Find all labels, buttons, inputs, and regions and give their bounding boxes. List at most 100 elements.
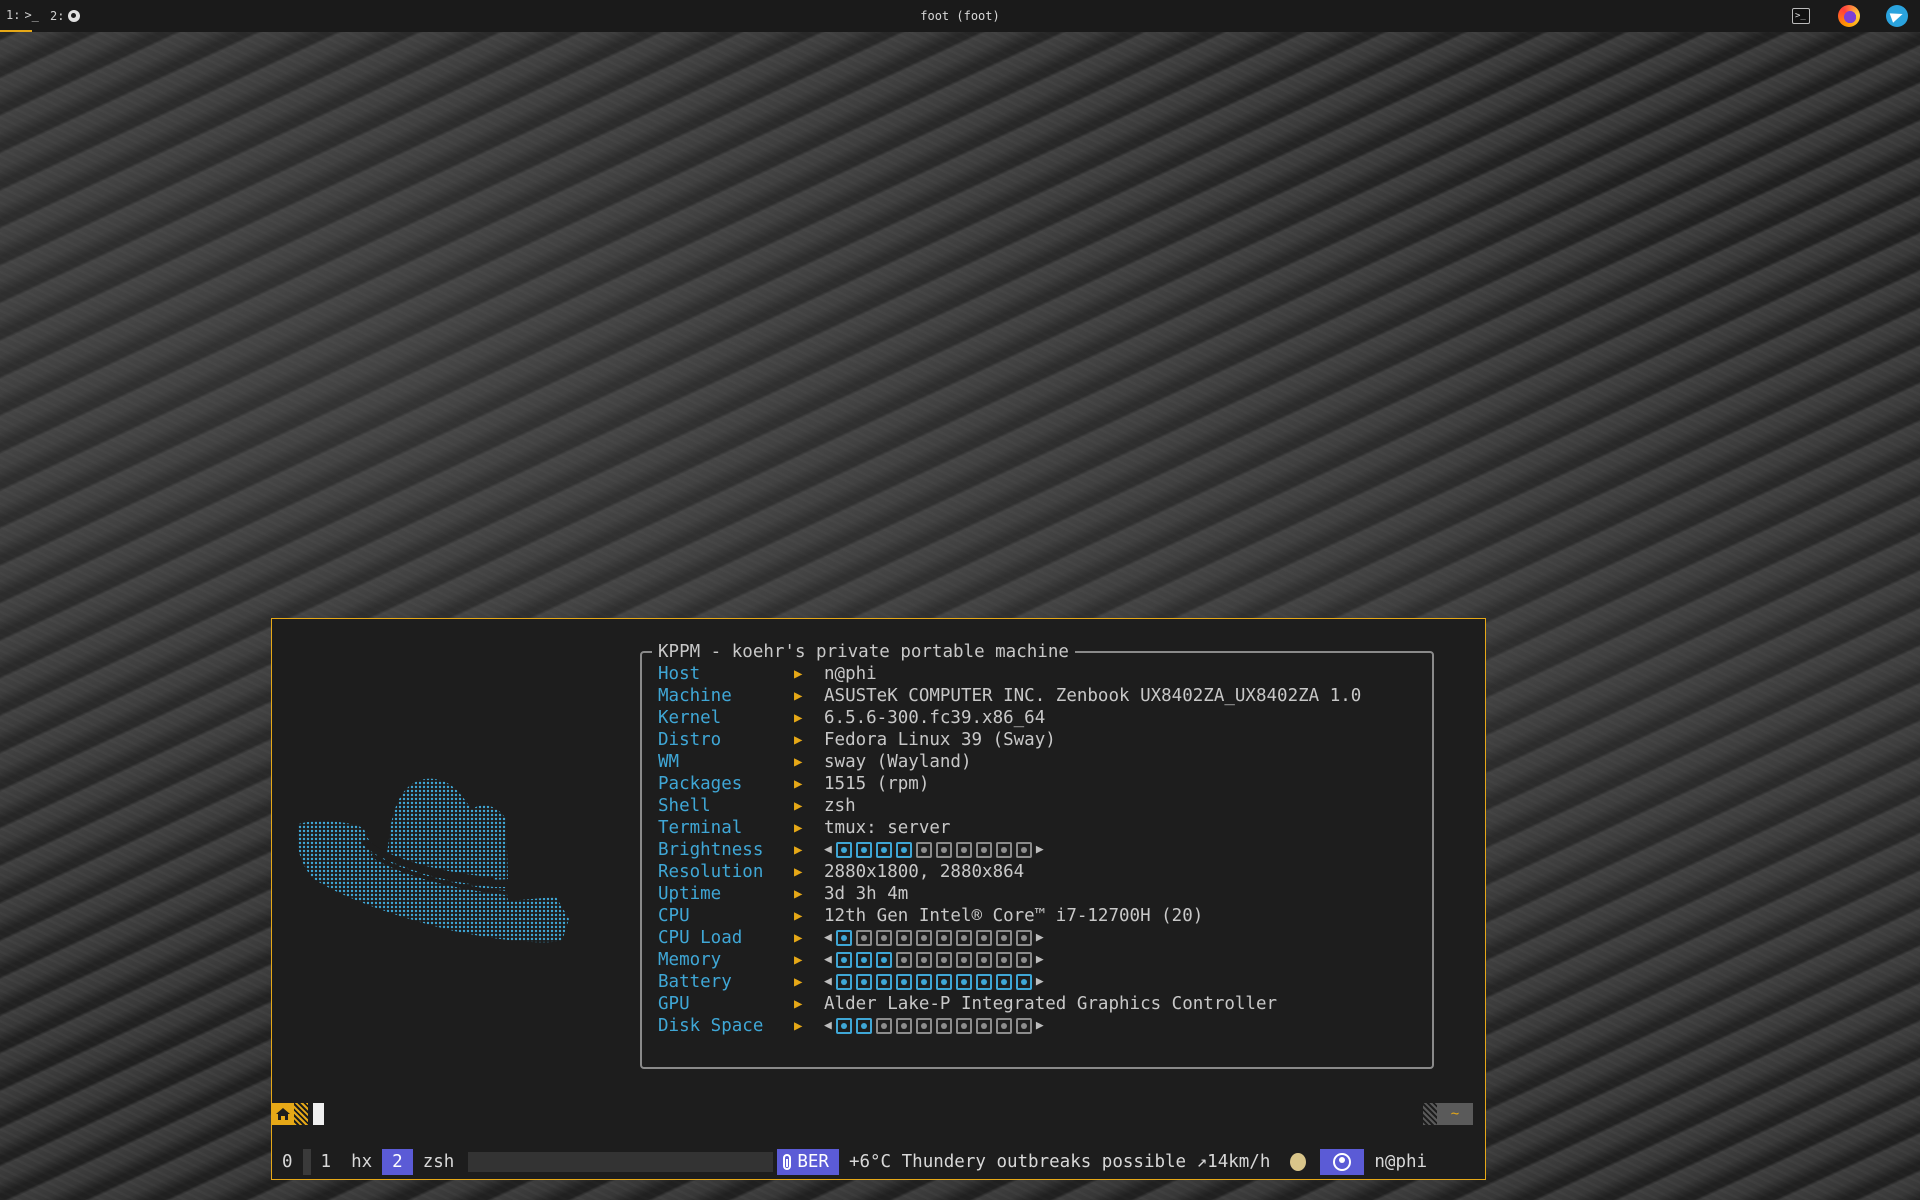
gauge-cell: [895, 930, 912, 946]
gauge-right-icon: ▶: [1035, 842, 1044, 857]
fetch-title: KPPM - koehr's private portable machine: [652, 641, 1075, 663]
tmux-window-2-name[interactable]: zsh: [413, 1149, 465, 1175]
gauge-cell: [955, 1018, 972, 1034]
gauge-cell: [835, 842, 852, 858]
fetch-row: Shell ▶ zsh: [658, 795, 1418, 817]
home-icon: [272, 1103, 294, 1125]
gauge-bar: ◀ ▶: [824, 839, 1044, 861]
gauge-bar: ◀ ▶: [824, 927, 1044, 949]
prompt-separator: [294, 1103, 308, 1125]
user-badge: [1320, 1149, 1365, 1175]
gauge-right-icon: ▶: [1035, 952, 1044, 967]
gauge-cell: [955, 930, 972, 946]
gauge-cell: [995, 842, 1012, 858]
gauge-left-icon: ◀: [824, 842, 832, 857]
gauge-cell: [855, 974, 872, 990]
fetch-value: ASUSTeK COMPUTER INC. Zenbook UX8402ZA_U…: [824, 686, 1362, 706]
telegram-icon[interactable]: [1886, 5, 1908, 27]
arrow-right-icon: ▶: [794, 886, 803, 902]
arrow-right-icon: ▶: [794, 974, 803, 990]
arrow-right-icon: ▶: [794, 710, 803, 726]
gauge-cell: [875, 842, 892, 858]
gauge-cell: [975, 974, 992, 990]
gauge-cell: [1015, 952, 1032, 968]
system-tray: >_: [1790, 0, 1908, 32]
gauge-left-icon: ◀: [824, 952, 832, 967]
fetch-key: Uptime: [658, 884, 722, 904]
gauge-cell: [975, 930, 992, 946]
firefox-icon[interactable]: [1838, 5, 1860, 27]
tmux-window-0[interactable]: 0: [272, 1149, 303, 1175]
fetch-key: Kernel: [658, 708, 722, 728]
arrow-right-icon: ▶: [794, 732, 803, 748]
gauge-cell: [835, 1018, 852, 1034]
fetch-value: 12th Gen Intel® Core™ i7-12700H (20): [824, 906, 1204, 926]
fetch-row: Uptime ▶ 3d 3h 4m: [658, 883, 1418, 905]
fetch-value: 6.5.6-300.fc39.x86_64: [824, 708, 1046, 728]
fetch-row: Disk Space ▶ ◀ ▶: [658, 1015, 1418, 1037]
cwd-label: ~: [1437, 1103, 1473, 1125]
terminal-window[interactable]: KPPM - koehr's private portable machine …: [271, 618, 1486, 1180]
arrow-right-icon: ▶: [794, 908, 803, 924]
status-filler: [468, 1152, 774, 1172]
gauge-cell: [875, 952, 892, 968]
gauge-bar: ◀ ▶: [824, 1015, 1044, 1037]
gauge-cell: [935, 952, 952, 968]
gauge-cell: [855, 952, 872, 968]
fetch-row: CPU ▶ 12th Gen Intel® Core™ i7-12700H (20): [658, 905, 1418, 927]
gauge-cell: [835, 974, 852, 990]
fetch-key: Brightness: [658, 840, 764, 860]
fetch-key: Machine: [658, 686, 732, 706]
gauge-cell: [975, 842, 992, 858]
fetch-row: Machine ▶ ASUSTeK COMPUTER INC. Zenbook UX…: [658, 685, 1418, 707]
terminal-tray-icon[interactable]: >_: [1790, 5, 1812, 27]
fetch-value: Fedora Linux 39 (Sway): [824, 730, 1056, 750]
fetch-row: CPU Load ▶ ◀ ▶: [658, 927, 1418, 949]
arrow-right-icon: ▶: [794, 798, 803, 814]
gauge-bar: ◀ ▶: [824, 949, 1044, 971]
gauge-right-icon: ▶: [1035, 930, 1044, 945]
fetch-value: 2880x1800, 2880x864: [824, 862, 1025, 882]
gauge-cell: [895, 842, 912, 858]
gauge-cell: [895, 1018, 912, 1034]
fetch-row: WM ▶ sway (Wayland): [658, 751, 1418, 773]
gauge-cell: [875, 930, 892, 946]
right-prompt: ~: [1423, 1103, 1473, 1125]
gauge-bar: ◀ ▶: [824, 971, 1044, 993]
fetch-rows: Host ▶ n@phi Machine ▶ ASUSTeK COMPUTER INC. …: [658, 663, 1418, 1037]
user-icon: [1333, 1153, 1352, 1171]
tmux-window-1-name[interactable]: hx: [341, 1149, 382, 1175]
gauge-cell: [995, 952, 1012, 968]
gauge-cell: [915, 842, 932, 858]
arrow-right-icon: ▶: [794, 996, 803, 1012]
arrow-right-icon: ▶: [794, 754, 803, 770]
gauge-cell: [955, 842, 972, 858]
tmux-window-1-index[interactable]: 1: [311, 1149, 342, 1175]
top-bar: 1: >_ 2: foot (foot) >_: [0, 0, 1920, 32]
gauge-cell: [1015, 930, 1032, 946]
tmux-window-2-index[interactable]: 2: [382, 1149, 413, 1175]
gauge-right-icon: ▶: [1035, 974, 1044, 989]
fetch-key: Distro: [658, 730, 722, 750]
fetch-row: GPU ▶ Alder Lake-P Integrated Graphics Con…: [658, 993, 1418, 1015]
fetch-info-box: KPPM - koehr's private portable machine …: [640, 641, 1434, 1069]
fetch-key: WM: [658, 752, 680, 772]
gauge-cell: [975, 952, 992, 968]
fetch-key: GPU: [658, 994, 690, 1014]
arrow-right-icon: ▶: [794, 820, 803, 836]
fetch-row: Kernel ▶ 6.5.6-300.fc39.x86_64: [658, 707, 1418, 729]
gauge-cell: [875, 974, 892, 990]
gauge-left-icon: ◀: [824, 974, 832, 989]
fetch-row: Distro ▶ Fedora Linux 39 (Sway): [658, 729, 1418, 751]
fetch-key: Resolution: [658, 862, 764, 882]
shell-prompt[interactable]: [272, 1103, 324, 1125]
fetch-row: Brightness ▶ ◀ ▶: [658, 839, 1418, 861]
weather-location: BER: [777, 1149, 839, 1175]
gauge-cell: [935, 842, 952, 858]
thermometer-icon: [783, 1154, 792, 1170]
location-label: BER: [797, 1152, 829, 1172]
arrow-right-icon: ▶: [794, 842, 803, 858]
fetch-key: CPU: [658, 906, 690, 926]
gauge-cell: [1015, 842, 1032, 858]
gauge-right-icon: ▶: [1035, 1018, 1044, 1033]
